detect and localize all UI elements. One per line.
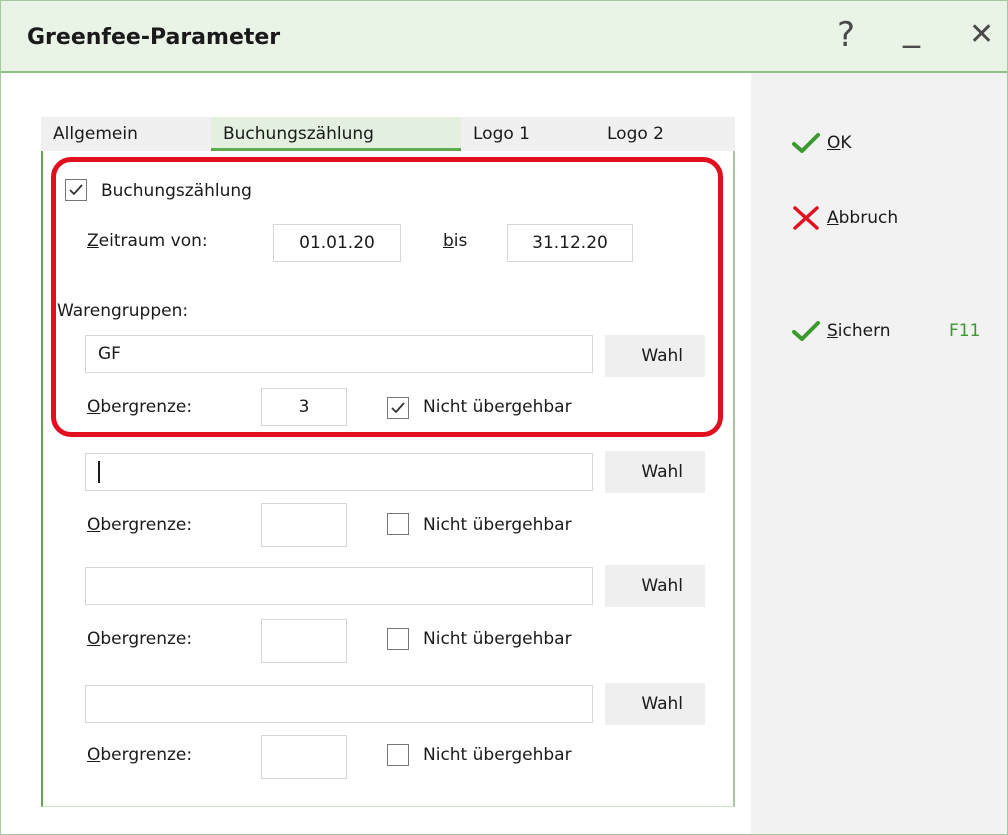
product-group-input-1[interactable]: GF xyxy=(85,335,593,373)
not-transferable-checkbox-3[interactable] xyxy=(387,628,409,650)
product-group-input-4[interactable] xyxy=(85,685,593,723)
cross-icon xyxy=(793,206,819,230)
close-button[interactable]: ✕ xyxy=(969,15,994,55)
save-label: Sichern xyxy=(827,321,891,341)
choose-button-1[interactable]: Wahl xyxy=(605,335,705,377)
tab-label: Logo 1 xyxy=(473,124,530,144)
limit-label-3: Obergrenze: xyxy=(87,629,193,649)
dialog-window: Greenfee-Parameter ? _ ✕ Allgemein Buchu… xyxy=(0,0,1008,835)
choose-button-3[interactable]: Wahl xyxy=(605,565,705,607)
limit-label-4: Obergrenze: xyxy=(87,745,193,765)
title-bar: Greenfee-Parameter ? _ ✕ xyxy=(1,1,1007,73)
limit-label-1: Obergrenze: xyxy=(87,397,193,417)
help-button[interactable]: ? xyxy=(837,15,855,55)
tab-buchungszaehlung[interactable]: Buchungszählung xyxy=(211,117,461,151)
tab-allgemein[interactable]: Allgemein xyxy=(41,117,211,151)
product-group-input-3[interactable] xyxy=(85,567,593,605)
tab-logo-1[interactable]: Logo 1 xyxy=(461,117,595,151)
period-to-input[interactable]: 31.12.20 xyxy=(507,224,633,262)
tab-label: Logo 2 xyxy=(607,124,664,144)
checkmark-icon xyxy=(391,402,405,414)
cancel-button[interactable]: Abbruch xyxy=(791,205,898,231)
checkmark-icon xyxy=(69,184,83,196)
booking-count-label: Buchungszählung xyxy=(101,181,252,201)
limit-input-1[interactable]: 3 xyxy=(261,388,347,426)
not-transferable-checkbox-1[interactable] xyxy=(387,397,409,419)
minimize-button[interactable]: _ xyxy=(903,9,920,49)
not-transferable-checkbox-2[interactable] xyxy=(387,513,409,535)
limit-input-4[interactable] xyxy=(261,735,347,779)
tab-bar: Allgemein Buchungszählung Logo 1 Logo 2 xyxy=(41,117,735,151)
limit-input-2[interactable] xyxy=(261,503,347,547)
period-from-input[interactable]: 01.01.20 xyxy=(273,224,401,262)
not-transferable-label-3: Nicht übergehbar xyxy=(423,629,572,649)
ok-button[interactable]: OK xyxy=(791,131,852,155)
tab-label: Allgemein xyxy=(53,124,138,144)
tab-logo-2[interactable]: Logo 2 xyxy=(595,117,735,151)
limit-label-2: Obergrenze: xyxy=(87,515,193,535)
check-icon xyxy=(792,133,820,153)
period-from-label: Zeitraum von: xyxy=(87,231,208,251)
product-groups-label: Warengruppen: xyxy=(57,301,189,321)
not-transferable-checkbox-4[interactable] xyxy=(387,744,409,766)
product-group-input-2[interactable] xyxy=(85,453,593,491)
choose-button-2[interactable]: Wahl xyxy=(605,451,705,493)
save-button[interactable]: Sichern xyxy=(791,319,891,343)
tab-label: Buchungszählung xyxy=(223,124,374,144)
cancel-label: Abbruch xyxy=(827,208,899,228)
check-icon xyxy=(792,321,820,341)
window-title: Greenfee-Parameter xyxy=(27,25,281,50)
not-transferable-label-2: Nicht übergehbar xyxy=(423,515,572,535)
save-shortcut-label: F11 xyxy=(949,321,981,341)
action-panel: OK Abbruch Sichern F11 xyxy=(751,73,1007,834)
ok-label: OK xyxy=(827,133,852,153)
limit-input-3[interactable] xyxy=(261,619,347,663)
text-caret xyxy=(98,461,100,483)
not-transferable-label-1: Nicht übergehbar xyxy=(423,397,572,417)
booking-count-checkbox[interactable] xyxy=(65,179,87,201)
choose-button-4[interactable]: Wahl xyxy=(605,683,705,725)
not-transferable-label-4: Nicht übergehbar xyxy=(423,745,572,765)
period-to-label: bis xyxy=(443,231,468,251)
